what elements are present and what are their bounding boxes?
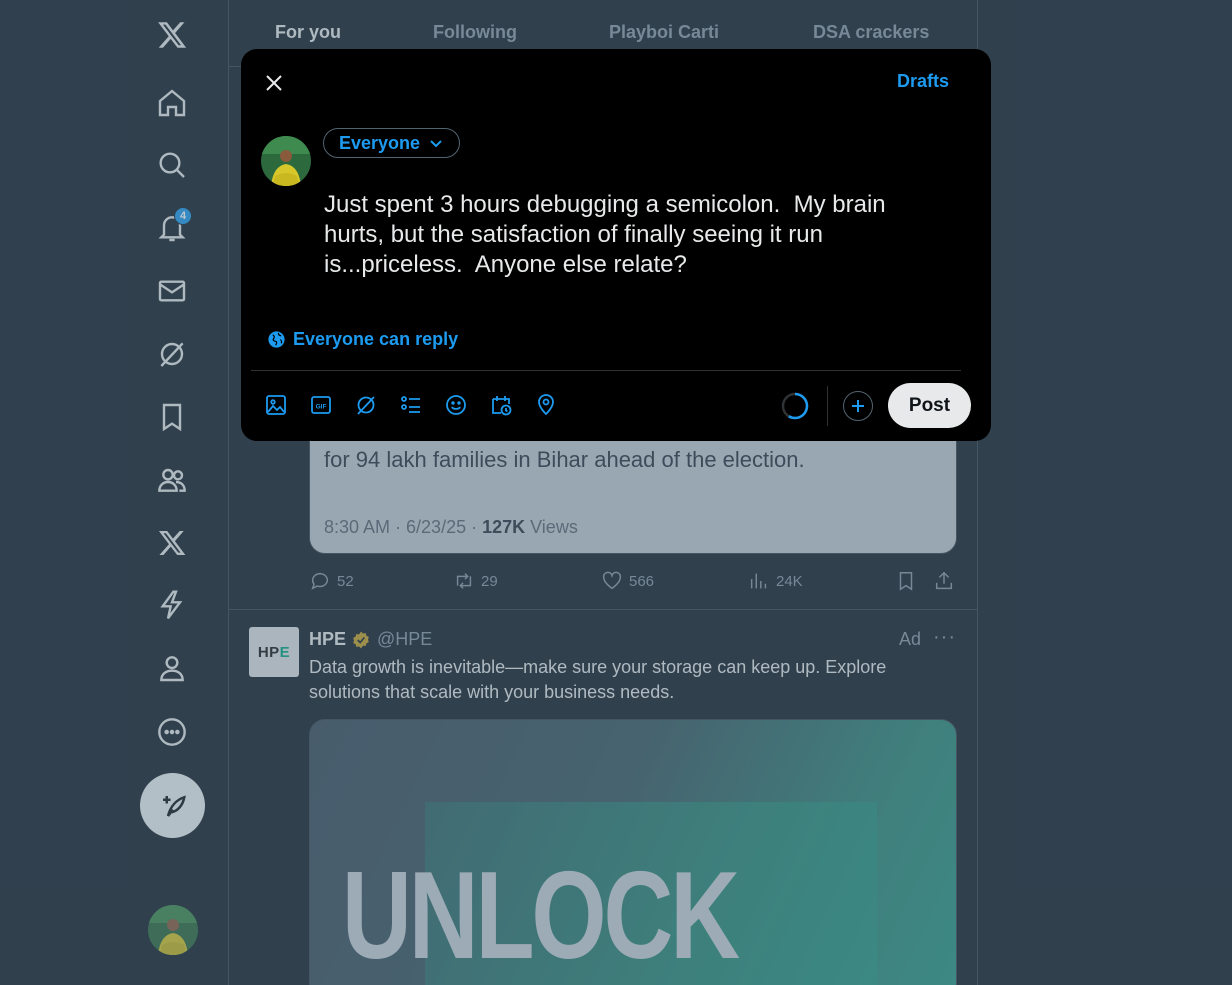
bookmark-button[interactable] <box>895 570 917 592</box>
globe-icon <box>268 331 285 348</box>
communities-icon[interactable] <box>145 453 199 507</box>
post-button[interactable]: Post <box>888 383 971 428</box>
messages-icon[interactable] <box>145 264 199 318</box>
image-icon <box>266 395 286 415</box>
advertiser-logo-accent: E <box>279 643 291 661</box>
character-count-progress <box>781 392 809 420</box>
repost-icon <box>456 573 472 589</box>
composer-divider <box>251 370 961 371</box>
like-button[interactable]: 566 <box>601 570 654 592</box>
compose-post-button[interactable] <box>140 773 205 838</box>
verified-badge-icon <box>353 631 369 648</box>
emoji-button[interactable] <box>441 390 486 420</box>
left-nav: 4 <box>0 0 229 985</box>
reply-settings-button[interactable]: Everyone can reply <box>267 329 458 350</box>
post-actions: 52 29 566 24K <box>309 570 957 596</box>
poll-icon <box>401 396 420 413</box>
verified-orgs-icon[interactable] <box>145 578 199 632</box>
tab-following[interactable]: Following <box>433 22 517 43</box>
grok-icon[interactable] <box>145 327 199 381</box>
feather-plus-icon <box>162 794 186 817</box>
ad-media-headline: UNLOCK <box>342 847 740 985</box>
ad-text: Data growth is inevitable—make sure your… <box>309 657 887 702</box>
schedule-icon <box>492 396 512 416</box>
ad-media[interactable]: UNLOCK <box>309 719 957 985</box>
svg-text:GIF: GIF <box>316 404 327 411</box>
advertiser-handle[interactable]: @HPE <box>377 629 432 650</box>
location-icon <box>538 394 554 416</box>
quoted-post-text: for 94 lakh families in Bihar ahead of t… <box>324 447 805 472</box>
post-textarea[interactable]: Just spent 3 hours debugging a semicolon… <box>324 190 944 280</box>
emoji-icon <box>446 395 466 415</box>
profile-icon[interactable] <box>145 641 199 695</box>
tab-for-you[interactable]: For you <box>275 22 341 43</box>
like-count: 566 <box>629 572 655 590</box>
compose-modal: Drafts Everyone Just spent 3 hours debug… <box>241 49 991 441</box>
bookmark-icon <box>899 572 913 591</box>
chevron-down-icon <box>430 140 442 148</box>
ad-label: Ad <box>899 629 922 649</box>
advertiser-name[interactable]: HPE <box>309 629 371 650</box>
grok-button[interactable] <box>351 390 396 420</box>
premium-icon[interactable] <box>145 516 199 570</box>
analytics-icon <box>750 573 767 589</box>
close-button[interactable] <box>257 66 291 100</box>
repost-button[interactable]: 29 <box>453 570 498 592</box>
share-icon <box>935 571 953 590</box>
tab-playboi-carti[interactable]: Playboi Carti <box>609 22 719 43</box>
add-post-button[interactable] <box>843 391 873 421</box>
more-icon[interactable] <box>145 705 199 759</box>
home-icon[interactable] <box>145 76 199 130</box>
schedule-button[interactable] <box>486 390 531 420</box>
ad-post[interactable]: HP E HPE @HPE Ad ··· Data growth is inevi… <box>229 610 978 985</box>
plus-icon <box>852 400 864 412</box>
advertiser-logo[interactable]: HP E <box>249 627 299 677</box>
location-button[interactable] <box>531 390 576 420</box>
quoted-post-views-count: 127K <box>482 517 526 537</box>
views-button[interactable]: 24K <box>748 570 803 592</box>
x-logo-icon[interactable] <box>145 8 199 62</box>
account-avatar[interactable] <box>148 905 198 955</box>
avatar[interactable] <box>261 136 311 186</box>
bookmarks-icon[interactable] <box>145 390 199 444</box>
quoted-post-meta: 8:30 AM · 6/23/25 · 127K Views <box>324 517 578 538</box>
media-button[interactable] <box>261 390 306 420</box>
more-options-button[interactable]: ··· <box>933 626 956 649</box>
reply-setting-label: Everyone can reply <box>293 329 459 349</box>
share-button[interactable] <box>933 570 955 592</box>
reply-count: 52 <box>337 572 354 590</box>
advertiser-logo-text: HP <box>257 643 280 661</box>
search-icon[interactable] <box>145 138 199 192</box>
composer-toolbar: GIF <box>261 390 576 420</box>
tab-dsa-crackers[interactable]: DSA crackers <box>813 22 929 43</box>
close-icon <box>266 75 282 91</box>
drafts-button[interactable]: Drafts <box>897 71 949 92</box>
gif-button[interactable]: GIF <box>306 390 351 420</box>
repost-count: 29 <box>481 572 498 590</box>
audience-selector[interactable]: Everyone <box>323 128 461 158</box>
gif-icon: GIF <box>311 396 331 414</box>
heart-icon <box>602 571 622 590</box>
reply-button[interactable]: 52 <box>309 570 354 592</box>
notification-badge: 4 <box>174 207 192 225</box>
notifications-icon[interactable]: 4 <box>145 201 199 255</box>
grok-icon <box>357 396 375 415</box>
views-count: 24K <box>776 572 803 590</box>
quoted-post-time: 8:30 AM · 6/23/25 · <box>324 517 483 537</box>
advertiser-name-text: HPE <box>309 629 347 649</box>
toolbar-separator <box>827 386 828 426</box>
reply-icon <box>311 572 328 590</box>
quoted-post-views-label: Views <box>525 517 578 537</box>
poll-button[interactable] <box>396 390 441 420</box>
audience-label: Everyone <box>339 132 421 153</box>
